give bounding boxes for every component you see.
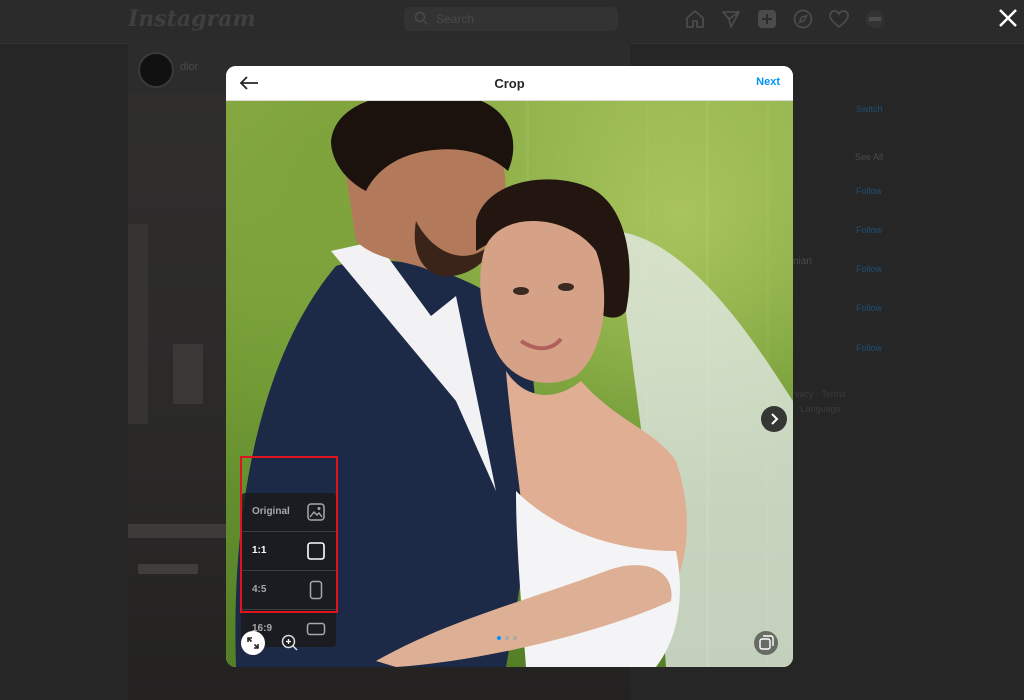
zoom-in-icon	[281, 634, 298, 651]
instagram-logo[interactable]: Instagram	[128, 6, 256, 32]
chevron-right-icon	[771, 413, 779, 425]
home-icon[interactable]	[684, 8, 706, 30]
dialog-title: Crop	[494, 76, 525, 91]
follow-link-4[interactable]: Follow	[856, 303, 882, 313]
direct-message-icon[interactable]	[720, 8, 742, 30]
heart-icon[interactable]	[828, 8, 850, 30]
follow-link-3[interactable]: Follow	[856, 264, 882, 274]
top-nav-bar: Instagram Search	[0, 0, 1024, 44]
footer-links-2: · Language	[795, 404, 841, 414]
switch-account-link[interactable]: Switch	[856, 104, 883, 114]
new-post-icon[interactable]	[756, 8, 778, 30]
nav-icons	[684, 8, 886, 30]
profile-avatar-icon[interactable]	[864, 8, 886, 30]
follow-link-1[interactable]: Follow	[856, 186, 882, 196]
zoom-button[interactable]	[278, 631, 302, 655]
follow-link-5[interactable]: Follow	[856, 343, 882, 353]
carousel-dot	[505, 636, 509, 640]
search-box[interactable]: Search	[404, 7, 618, 31]
next-button[interactable]: Next	[756, 76, 780, 88]
select-crop-button[interactable]	[241, 631, 265, 655]
post-avatar[interactable]	[138, 52, 174, 88]
carousel-dots	[497, 636, 517, 640]
annotation-highlight-box	[240, 456, 338, 613]
post-username[interactable]: dior	[180, 61, 198, 73]
search-icon	[414, 11, 428, 25]
footer-links-1: vacy · Terms	[795, 389, 846, 399]
search-placeholder: Search	[436, 12, 475, 26]
close-icon[interactable]	[996, 6, 1020, 30]
landscape-rect-icon	[306, 622, 326, 636]
dialog-header: Crop Next	[226, 66, 793, 101]
see-all-link[interactable]: See All	[855, 152, 883, 162]
expand-arrows-icon	[247, 637, 259, 649]
next-image-button[interactable]	[761, 406, 787, 432]
open-media-gallery-button[interactable]	[754, 631, 778, 655]
multiple-media-icon	[759, 635, 774, 650]
carousel-dot	[513, 636, 517, 640]
suggestion-name-partial: nian	[793, 256, 812, 267]
explore-icon[interactable]	[792, 8, 814, 30]
follow-link-2[interactable]: Follow	[856, 225, 882, 235]
carousel-dot	[497, 636, 501, 640]
